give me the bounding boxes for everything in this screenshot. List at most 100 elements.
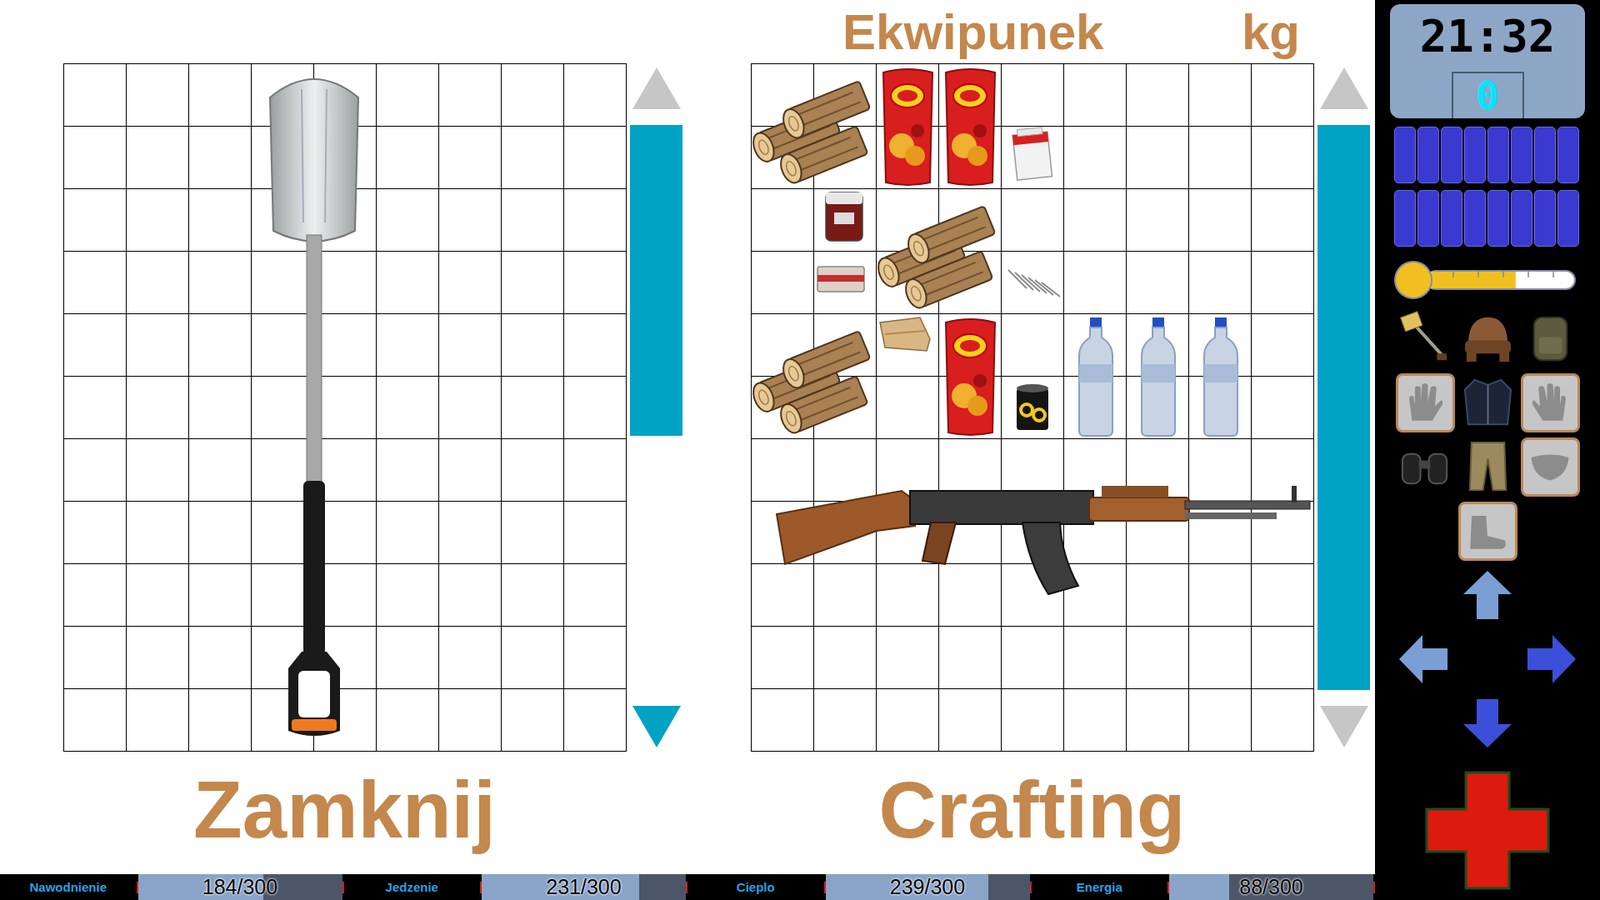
equipment-slot[interactable] <box>1458 309 1518 369</box>
grid-cell[interactable] <box>501 189 565 252</box>
arrow-up-button[interactable] <box>1455 562 1520 627</box>
grid-cell[interactable] <box>64 501 127 565</box>
inventory-item[interactable] <box>939 64 1002 190</box>
grid-cell[interactable] <box>189 314 252 377</box>
grid-cell[interactable] <box>64 64 127 127</box>
grid-cell[interactable] <box>439 626 502 690</box>
grid-cell[interactable] <box>376 189 440 252</box>
inventory-item[interactable] <box>814 189 877 252</box>
grid-cell[interactable] <box>751 689 815 752</box>
scroll-track[interactable] <box>630 125 683 690</box>
grid-cell[interactable] <box>1251 501 1315 565</box>
grid-cell[interactable] <box>251 376 315 440</box>
grid-cell[interactable] <box>64 189 127 252</box>
inventory-item[interactable] <box>1064 314 1127 440</box>
grid-cell[interactable] <box>501 251 565 315</box>
equipment-slot[interactable] <box>1520 309 1580 369</box>
inventory-item[interactable] <box>876 314 940 377</box>
heal-button[interactable] <box>1424 770 1551 895</box>
grid-cell[interactable] <box>501 126 565 190</box>
grid-cell[interactable] <box>251 251 315 315</box>
scroll-thumb[interactable] <box>630 125 683 436</box>
inventory-grid[interactable] <box>750 63 1315 752</box>
grid-cell[interactable] <box>376 314 440 377</box>
grid-cell[interactable] <box>126 189 190 252</box>
equipment-slot[interactable] <box>1458 373 1518 433</box>
grid-cell[interactable] <box>439 64 502 127</box>
inventory-item[interactable] <box>1001 376 1065 440</box>
scroll-up-button[interactable] <box>630 63 683 117</box>
grid-cell[interactable] <box>564 126 627 190</box>
arrow-right-button[interactable] <box>1520 626 1585 691</box>
grid-cell[interactable] <box>564 564 627 627</box>
grid-cell[interactable] <box>126 564 190 627</box>
grid-cell[interactable] <box>1126 126 1190 190</box>
inventory-item[interactable] <box>814 251 877 315</box>
grid-cell[interactable] <box>376 376 440 440</box>
grid-cell[interactable] <box>1064 564 1127 627</box>
grid-cell[interactable] <box>1126 626 1190 690</box>
grid-cell[interactable] <box>126 439 190 502</box>
inventory-item[interactable] <box>1001 126 1065 190</box>
grid-cell[interactable] <box>1064 626 1127 690</box>
arrow-left-button[interactable] <box>1391 626 1456 691</box>
grid-cell[interactable] <box>126 64 190 127</box>
grid-cell[interactable] <box>1189 439 1252 502</box>
scroll-thumb[interactable] <box>1317 125 1370 690</box>
grid-cell[interactable] <box>64 626 127 690</box>
grid-cell[interactable] <box>189 251 252 315</box>
button-label[interactable]: Zamknij <box>193 764 496 856</box>
grid-cell[interactable] <box>439 189 502 252</box>
grid-cell[interactable] <box>1189 501 1252 565</box>
grid-cell[interactable] <box>1126 251 1190 315</box>
grid-cell[interactable] <box>814 689 877 752</box>
inventory-item[interactable] <box>751 64 877 190</box>
scroll-down-button[interactable] <box>1317 698 1370 752</box>
grid-cell[interactable] <box>1001 189 1065 252</box>
inventory-item[interactable] <box>751 439 1315 627</box>
grid-cell[interactable] <box>126 501 190 565</box>
grid-cell[interactable] <box>1001 689 1065 752</box>
grid-cell[interactable] <box>189 501 252 565</box>
grid-cell[interactable] <box>314 314 377 377</box>
inventory-item[interactable] <box>876 64 940 190</box>
grid-cell[interactable] <box>64 439 127 502</box>
grid-cell[interactable] <box>439 501 502 565</box>
grid-cell[interactable] <box>376 439 440 502</box>
grid-cell[interactable] <box>501 626 565 690</box>
grid-cell[interactable] <box>814 439 877 502</box>
grid-cell[interactable] <box>376 64 440 127</box>
grid-cell[interactable] <box>439 314 502 377</box>
grid-cell[interactable] <box>876 564 940 627</box>
inventory-item[interactable] <box>939 314 1002 440</box>
grid-cell[interactable] <box>189 126 252 190</box>
grid-cell[interactable] <box>876 689 940 752</box>
grid-cell[interactable] <box>1251 126 1315 190</box>
grid-cell[interactable] <box>501 64 565 127</box>
grid-cell[interactable] <box>439 439 502 502</box>
grid-cell[interactable] <box>1064 64 1127 127</box>
grid-cell[interactable] <box>1251 376 1315 440</box>
grid-cell[interactable] <box>189 64 252 127</box>
grid-cell[interactable] <box>1251 626 1315 690</box>
grid-cell[interactable] <box>1251 314 1315 377</box>
grid-cell[interactable] <box>376 501 440 565</box>
crafting-button[interactable]: Crafting <box>750 751 1314 875</box>
grid-cell[interactable] <box>1001 64 1065 127</box>
inventory-item[interactable] <box>751 314 877 440</box>
equipment-slot[interactable] <box>1520 373 1580 433</box>
grid-cell[interactable] <box>1251 64 1315 127</box>
grid-cell[interactable] <box>1251 439 1315 502</box>
grid-cell[interactable] <box>189 564 252 627</box>
equipment-slot[interactable] <box>1458 437 1518 497</box>
grid-cell[interactable] <box>1126 689 1190 752</box>
grid-cell[interactable] <box>126 126 190 190</box>
grid-cell[interactable] <box>1126 189 1190 252</box>
grid-cell[interactable] <box>751 439 815 502</box>
grid-cell[interactable] <box>501 439 565 502</box>
grid-cell[interactable] <box>564 439 627 502</box>
grid-cell[interactable] <box>1001 314 1065 377</box>
grid-cell[interactable] <box>939 689 1002 752</box>
grid-cell[interactable] <box>1189 689 1252 752</box>
grid-cell[interactable] <box>501 564 565 627</box>
